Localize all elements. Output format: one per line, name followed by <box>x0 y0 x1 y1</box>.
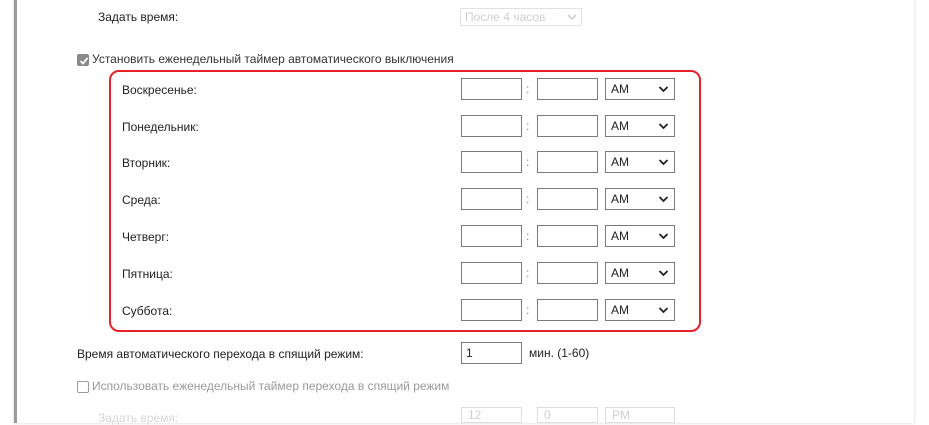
weekly-sleep-label: Использовать еженедельный таймер переход… <box>92 379 450 393</box>
ampm-value: AM <box>611 192 629 206</box>
hour-input-bottom[interactable]: 12 <box>461 407 522 423</box>
set-time-select-top-value: После 4 часов <box>465 10 546 24</box>
settings-panel: Задать время: После 4 часов Установить е… <box>14 0 914 425</box>
day-label-friday: Пятница: <box>122 267 173 281</box>
ampm-select-friday[interactable]: AM <box>605 262 675 284</box>
ampm-value: AM <box>611 82 629 96</box>
hour-input-sunday[interactable] <box>461 78 522 100</box>
minute-input-sunday[interactable] <box>537 78 598 100</box>
ampm-select-tuesday[interactable]: AM <box>605 151 675 173</box>
day-label-monday: Понедельник: <box>122 120 199 134</box>
time-colon: : <box>526 119 530 133</box>
time-colon: : <box>526 82 530 96</box>
time-colon: : <box>526 155 530 169</box>
minute-input-wednesday[interactable] <box>537 188 598 210</box>
weekly-off-checkbox[interactable] <box>77 54 89 66</box>
ampm-select-monday[interactable]: AM <box>605 115 675 137</box>
ampm-value: AM <box>611 266 629 280</box>
chevron-down-icon <box>658 233 669 240</box>
hour-input-friday[interactable] <box>461 262 522 284</box>
ampm-select-sunday[interactable]: AM <box>605 78 675 100</box>
minute-input-friday[interactable] <box>537 262 598 284</box>
day-label-thursday: Четверг: <box>122 230 170 244</box>
day-label-wednesday: Среда: <box>122 193 161 207</box>
time-colon: : <box>526 303 530 317</box>
ampm-value: AM <box>611 155 629 169</box>
day-label-saturday: Суббота: <box>122 304 173 318</box>
set-time-label-top: Задать время: <box>98 10 179 24</box>
chevron-down-icon <box>658 196 669 203</box>
ampm-select-saturday[interactable]: AM <box>605 299 675 321</box>
chevron-down-icon <box>658 307 669 314</box>
chevron-down-icon <box>658 86 669 93</box>
sleep-time-value: 1 <box>466 346 473 360</box>
minute-input-bottom[interactable]: 0 <box>537 407 598 423</box>
hour-input-thursday[interactable] <box>461 225 522 247</box>
set-time-select-top[interactable]: После 4 часов <box>460 8 582 26</box>
ampm-value: AM <box>611 119 629 133</box>
checkmark-icon <box>79 57 89 65</box>
chevron-down-icon <box>658 159 669 166</box>
ampm-select-thursday[interactable]: AM <box>605 225 675 247</box>
day-label-tuesday: Вторник: <box>122 156 171 170</box>
chevron-down-icon <box>658 270 669 277</box>
weekly-sleep-checkbox[interactable] <box>77 381 89 393</box>
ampm-value: AM <box>611 229 629 243</box>
chevron-down-icon <box>658 123 669 130</box>
ampm-value-bottom: PM <box>612 408 630 422</box>
hour-input-monday[interactable] <box>461 115 522 137</box>
minute-input-thursday[interactable] <box>537 225 598 247</box>
hour-value-bottom: 12 <box>468 408 482 422</box>
hour-input-tuesday[interactable] <box>461 151 522 173</box>
sleep-time-unit: мин. (1-60) <box>529 346 590 360</box>
minute-value-bottom: 0 <box>544 408 551 422</box>
minute-input-monday[interactable] <box>537 115 598 137</box>
hour-input-saturday[interactable] <box>461 299 522 321</box>
hour-input-wednesday[interactable] <box>461 188 522 210</box>
chevron-down-icon <box>567 14 577 21</box>
ampm-select-wednesday[interactable]: AM <box>605 188 675 210</box>
ampm-value: AM <box>611 303 629 317</box>
day-label-sunday: Воскресенье: <box>122 83 197 97</box>
left-divider <box>14 0 17 423</box>
weekly-off-label: Установить еженедельный таймер автоматич… <box>92 52 454 66</box>
time-colon: : <box>526 229 530 243</box>
sleep-time-input[interactable]: 1 <box>461 342 522 364</box>
time-colon: : <box>526 266 530 280</box>
ampm-select-bottom[interactable]: PM <box>605 407 675 423</box>
time-colon: : <box>526 192 530 206</box>
minute-input-saturday[interactable] <box>537 299 598 321</box>
sleep-time-label: Время автоматического перехода в спящий … <box>77 347 364 361</box>
minute-input-tuesday[interactable] <box>537 151 598 173</box>
